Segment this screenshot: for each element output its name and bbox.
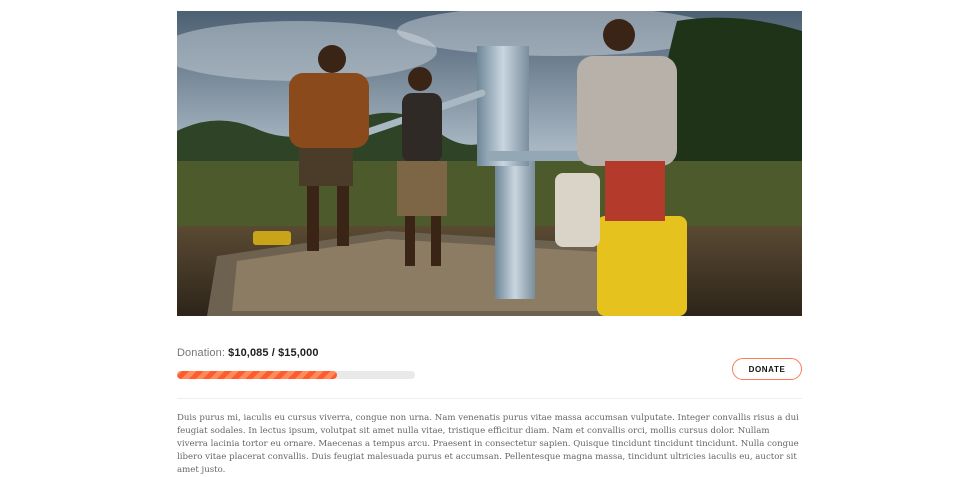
- hero-image: [177, 11, 802, 316]
- donation-progress-bar: [177, 371, 415, 379]
- donation-separator: /: [268, 347, 279, 359]
- donation-progress-fill: [177, 371, 337, 379]
- project-description: Duis purus mi, iaculis eu cursus viverra…: [177, 413, 799, 475]
- donation-section: Donation: $10,085 / $15,000 DONATE: [177, 347, 802, 380]
- donation-summary: Donation: $10,085 / $15,000: [177, 347, 802, 359]
- section-divider: [177, 398, 802, 399]
- donation-goal-amount: $15,000: [278, 347, 319, 359]
- donate-button[interactable]: DONATE: [732, 358, 802, 380]
- donation-label: Donation:: [177, 347, 225, 359]
- donation-raised-amount: $10,085: [228, 347, 269, 359]
- hero-photo-illustration: [177, 11, 802, 316]
